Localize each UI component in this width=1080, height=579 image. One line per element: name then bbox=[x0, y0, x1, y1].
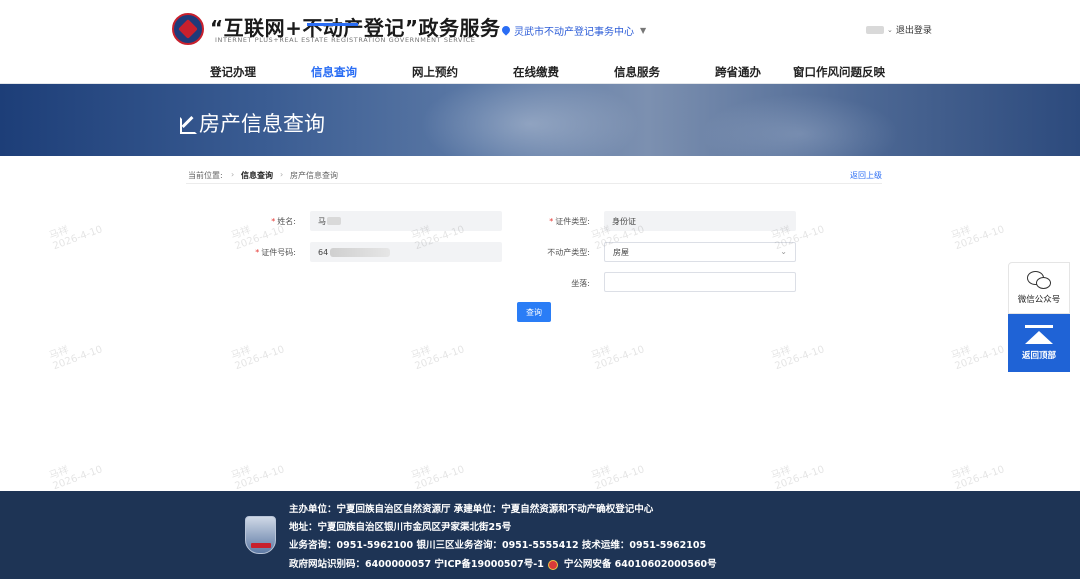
location-field-label-text: 坐落: bbox=[571, 279, 590, 288]
avatar bbox=[866, 25, 884, 34]
cert-type-value: 身份证 bbox=[612, 216, 636, 226]
chevron-down-icon: ⌄ bbox=[887, 25, 893, 34]
cert-type-label: * 证件类型: bbox=[520, 216, 590, 227]
location-input[interactable] bbox=[604, 272, 796, 292]
logout-link[interactable]: 退出登录 bbox=[896, 23, 932, 36]
watermark: 马祥 2026-4-10 bbox=[47, 344, 104, 373]
watermark: 马祥 2026-4-10 bbox=[229, 344, 286, 373]
watermark: 马祥 2026-4-10 bbox=[229, 464, 286, 493]
name-label-text: 姓名: bbox=[277, 217, 296, 226]
edit-icon bbox=[179, 114, 197, 134]
watermark: 马祥 2026-4-10 bbox=[409, 344, 466, 373]
nav-item-appointment[interactable]: 网上预约 bbox=[412, 64, 458, 80]
floating-side-panel: 微信公众号 返回顶部 bbox=[1008, 262, 1070, 372]
breadcrumb-separator: › bbox=[280, 170, 284, 179]
back-to-top-label: 返回顶部 bbox=[1021, 351, 1056, 361]
watermark: 马祥 2026-4-10 bbox=[47, 464, 104, 493]
watermark: 马祥 2026-4-10 bbox=[949, 344, 1006, 373]
site-logo-icon[interactable] bbox=[172, 13, 204, 45]
name-value: 马 bbox=[318, 216, 326, 226]
cert-type-field[interactable]: 身份证 bbox=[604, 211, 796, 231]
breadcrumb-separator: › bbox=[231, 170, 235, 179]
property-type-select[interactable]: 房屋 ⌄ bbox=[604, 242, 796, 262]
cert-no-masked bbox=[330, 247, 391, 257]
chevron-down-icon: ▼ bbox=[640, 25, 647, 35]
nav-active-indicator bbox=[307, 23, 358, 26]
nav-item-register[interactable]: 登记办理 bbox=[210, 64, 256, 80]
gov-badge-icon[interactable] bbox=[245, 516, 276, 554]
name-label: * 姓名: bbox=[230, 216, 296, 227]
chevron-down-icon: ⌄ bbox=[780, 247, 787, 256]
page-title-text: 房产信息查询 bbox=[199, 112, 325, 136]
location-label: 灵武市不动产登记事务中心 bbox=[514, 26, 634, 38]
required-mark: * bbox=[271, 217, 276, 226]
cert-type-label-text: 证件类型: bbox=[555, 217, 590, 226]
wechat-icon bbox=[1027, 271, 1051, 289]
required-mark: * bbox=[255, 248, 260, 257]
cert-no-field[interactable]: 64 bbox=[310, 242, 502, 262]
watermark: 马祥 2026-4-10 bbox=[949, 464, 1006, 493]
nav-item-info-query[interactable]: 信息查询 bbox=[311, 64, 357, 80]
footer-icp-text[interactable]: 政府网站识别码：6400000057 宁ICP备19000507号-1 bbox=[289, 559, 544, 570]
watermark: 马祥 2026-4-10 bbox=[47, 224, 104, 253]
watermark: 马祥 2026-4-10 bbox=[769, 464, 826, 493]
breadcrumb-level2: 房产信息查询 bbox=[290, 171, 338, 180]
back-to-top-button[interactable]: 返回顶部 bbox=[1008, 314, 1070, 372]
watermark: 马祥 2026-4-10 bbox=[589, 344, 646, 373]
location-pin-icon bbox=[500, 24, 512, 36]
property-type-label: 不动产类型: bbox=[520, 247, 590, 258]
property-type-label-text: 不动产类型: bbox=[547, 248, 590, 257]
user-menu[interactable]: ⌄ 退出登录 bbox=[866, 23, 932, 36]
required-mark: * bbox=[549, 217, 554, 226]
cert-no-label-text: 证件号码: bbox=[261, 248, 296, 257]
breadcrumb: 当前位置: › 信息查询 › 房产信息查询 返回上级 bbox=[186, 164, 882, 184]
footer-address: 地址：宁夏回族自治区银川市金凤区尹家渠北街25号 bbox=[289, 522, 512, 533]
query-button[interactable]: 查询 bbox=[517, 302, 551, 322]
police-badge-icon bbox=[547, 559, 558, 570]
footer-police-record[interactable]: 宁公网安备 64010602000560号 bbox=[564, 559, 717, 570]
property-type-value: 房屋 bbox=[613, 247, 629, 257]
page-title: 房产信息查询 bbox=[179, 108, 325, 138]
site-subtitle: INTERNET PLUS+REAL ESTATE REGISTRATION G… bbox=[215, 36, 476, 44]
wechat-button[interactable]: 微信公众号 bbox=[1008, 262, 1070, 314]
cert-no-label: * 证件号码: bbox=[230, 247, 296, 258]
nav-item-payment[interactable]: 在线缴费 bbox=[513, 64, 559, 80]
footer-organizer: 主办单位：宁夏回族自治区自然资源厅 承建单位：宁夏自然资源和不动产确权登记中心 bbox=[289, 504, 654, 515]
back-link[interactable]: 返回上级 bbox=[850, 170, 882, 181]
footer-icp: 政府网站识别码：6400000057 宁ICP备19000507号-1 宁公网安备… bbox=[289, 556, 717, 570]
nav-item-info-service[interactable]: 信息服务 bbox=[614, 64, 660, 80]
nav-item-feedback[interactable]: 窗口作风问题反映 bbox=[793, 64, 885, 80]
page-banner bbox=[0, 84, 1080, 156]
cert-no-value: 64 bbox=[318, 247, 329, 257]
footer-contact: 业务咨询：0951-5962100 银川三区业务咨询：0951-5555412 … bbox=[289, 540, 707, 551]
arrow-up-icon bbox=[1025, 325, 1053, 345]
watermark: 马祥 2026-4-10 bbox=[409, 464, 466, 493]
wechat-label: 微信公众号 bbox=[1017, 295, 1061, 305]
main-nav: 登记办理 信息查询 网上预约 在线缴费 信息服务 跨省通办 窗口作风问题反映 bbox=[180, 58, 900, 84]
nav-item-cross-province[interactable]: 跨省通办 bbox=[715, 64, 761, 80]
watermark: 马祥 2026-4-10 bbox=[949, 224, 1006, 253]
name-masked bbox=[327, 217, 341, 225]
watermark: 马祥 2026-4-10 bbox=[589, 464, 646, 493]
breadcrumb-label: 当前位置: bbox=[188, 171, 223, 180]
location-selector[interactable]: 灵武市不动产登记事务中心 ▼ bbox=[498, 19, 656, 41]
watermark: 马祥 2026-4-10 bbox=[769, 344, 826, 373]
name-field[interactable]: 马 bbox=[310, 211, 502, 231]
location-field-label: 坐落: bbox=[520, 278, 590, 289]
breadcrumb-level1[interactable]: 信息查询 bbox=[241, 170, 273, 181]
